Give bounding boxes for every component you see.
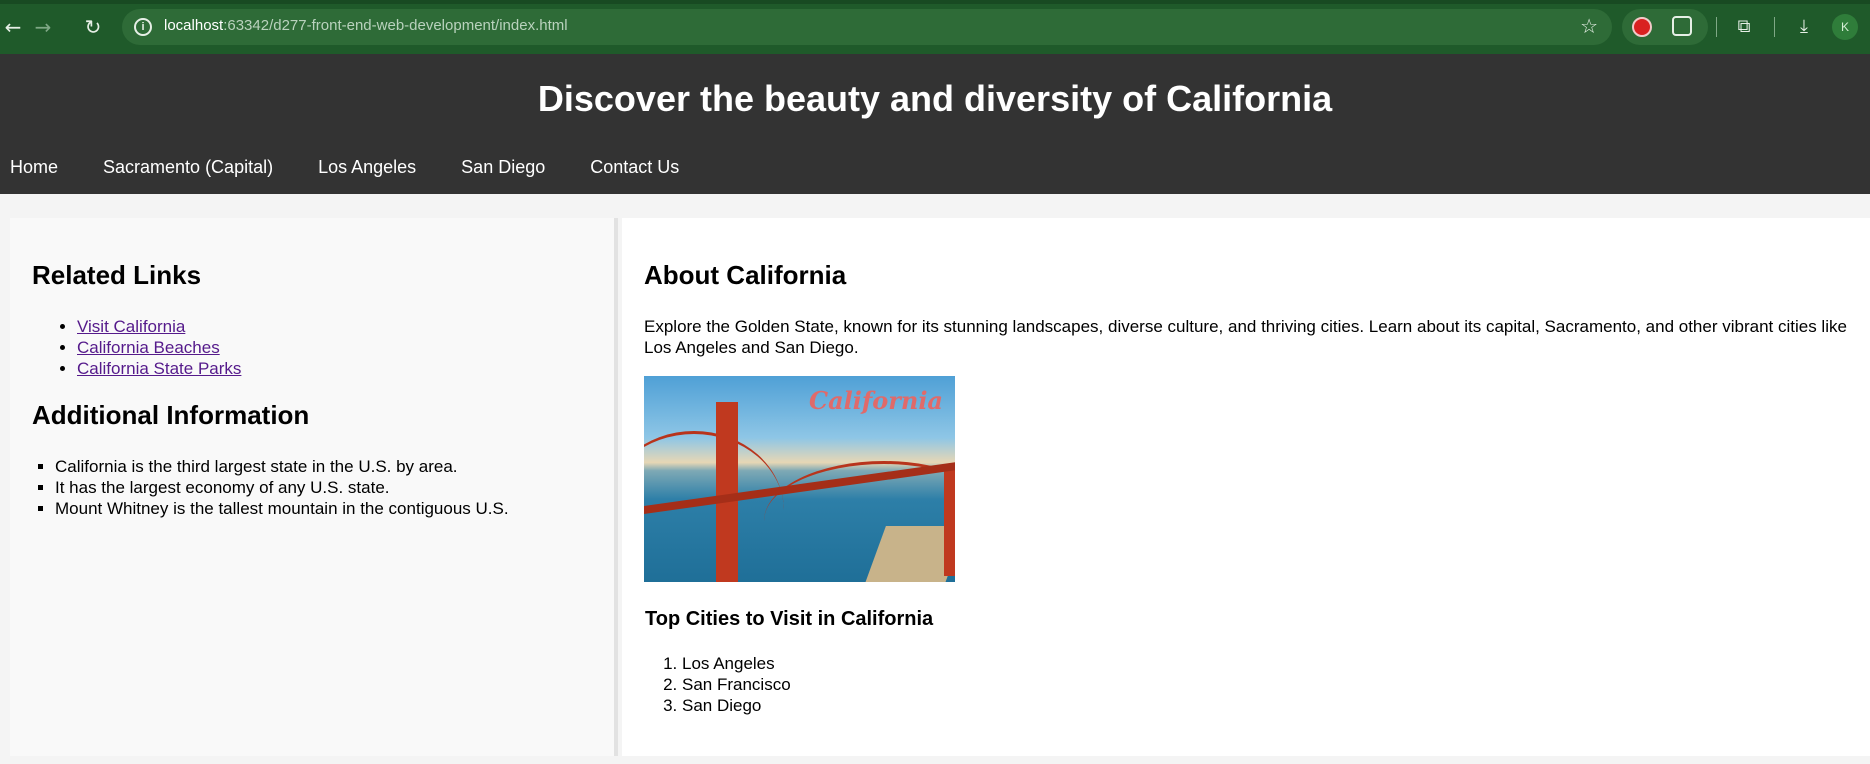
download-icon[interactable]: ⤓ xyxy=(1791,14,1817,40)
list-item: San Francisco xyxy=(682,674,791,695)
url-host: localhost xyxy=(164,17,224,34)
tab-strip-edge xyxy=(0,0,1870,4)
url-path: :63342/d277-front-end-web-development/in… xyxy=(223,17,568,34)
list-item: Mount Whitney is the tallest mountain in… xyxy=(55,498,509,519)
list-item: It has the largest economy of any U.S. s… xyxy=(55,477,509,498)
nav-san-diego[interactable]: San Diego xyxy=(451,157,567,187)
site-info-icon[interactable]: i xyxy=(134,18,152,36)
sidebar: Related Links Visit California Californi… xyxy=(10,218,618,756)
extensions-puzzle-icon[interactable] xyxy=(1672,16,1692,36)
image-tower xyxy=(716,402,738,582)
additional-info-list: California is the third largest state in… xyxy=(55,456,509,519)
extensions-area xyxy=(1622,9,1708,45)
toolbar-divider xyxy=(1774,17,1775,37)
page-title: Discover the beauty and diversity of Cal… xyxy=(537,78,1333,119)
nav-sacramento[interactable]: Sacramento (Capital) xyxy=(93,157,295,187)
extension-stop-icon[interactable] xyxy=(1632,17,1652,37)
nav-los-angeles[interactable]: Los Angeles xyxy=(308,157,438,187)
nav-home[interactable]: Home xyxy=(0,157,80,187)
bookmark-star-icon[interactable]: ☆ xyxy=(1580,14,1598,38)
browser-toolbar: ← → ↻ i localhost:63342/d277-front-end-w… xyxy=(0,0,1870,54)
site-header: Discover the beauty and diversity of Cal… xyxy=(0,54,1870,194)
link-california-state-parks[interactable]: California State Parks xyxy=(77,359,241,378)
list-item: California State Parks xyxy=(77,358,241,379)
top-cities-heading: Top Cities to Visit in California xyxy=(645,608,934,630)
image-caption: California xyxy=(809,386,943,415)
list-item: California is the third largest state in… xyxy=(55,456,509,477)
link-visit-california[interactable]: Visit California xyxy=(77,317,185,336)
url-text[interactable]: localhost:63342/d277-front-end-web-devel… xyxy=(164,17,568,34)
list-item: Visit California xyxy=(77,316,241,337)
golden-gate-bridge-image: California xyxy=(644,376,955,582)
about-heading: About California xyxy=(644,260,847,290)
main-nav: Home Sacramento (Capital) Los Angeles Sa… xyxy=(0,157,714,187)
additional-info-heading: Additional Information xyxy=(32,400,310,430)
link-california-beaches[interactable]: California Beaches xyxy=(77,338,220,357)
forward-icon[interactable]: → xyxy=(30,14,56,40)
address-bar[interactable]: i localhost:63342/d277-front-end-web-dev… xyxy=(122,9,1612,45)
list-item: San Diego xyxy=(682,695,791,716)
related-links-list: Visit California California Beaches Cali… xyxy=(77,316,241,379)
top-cities-list: Los Angeles San Francisco San Diego xyxy=(682,653,791,716)
list-item: California Beaches xyxy=(77,337,241,358)
intro-paragraph: Explore the Golden State, known for its … xyxy=(644,317,1847,357)
profile-avatar[interactable]: K xyxy=(1832,14,1858,40)
main-content: About California Explore the Golden Stat… xyxy=(622,218,1870,756)
nav-contact-us[interactable]: Contact Us xyxy=(580,157,701,187)
related-links-heading: Related Links xyxy=(32,260,202,290)
tab-search-icon[interactable]: ⧉ xyxy=(1731,14,1757,40)
list-item: Los Angeles xyxy=(682,653,791,674)
back-icon[interactable]: ← xyxy=(0,14,26,40)
toolbar-divider xyxy=(1716,17,1717,37)
image-tower xyxy=(944,466,955,576)
reload-icon[interactable]: ↻ xyxy=(80,14,106,40)
